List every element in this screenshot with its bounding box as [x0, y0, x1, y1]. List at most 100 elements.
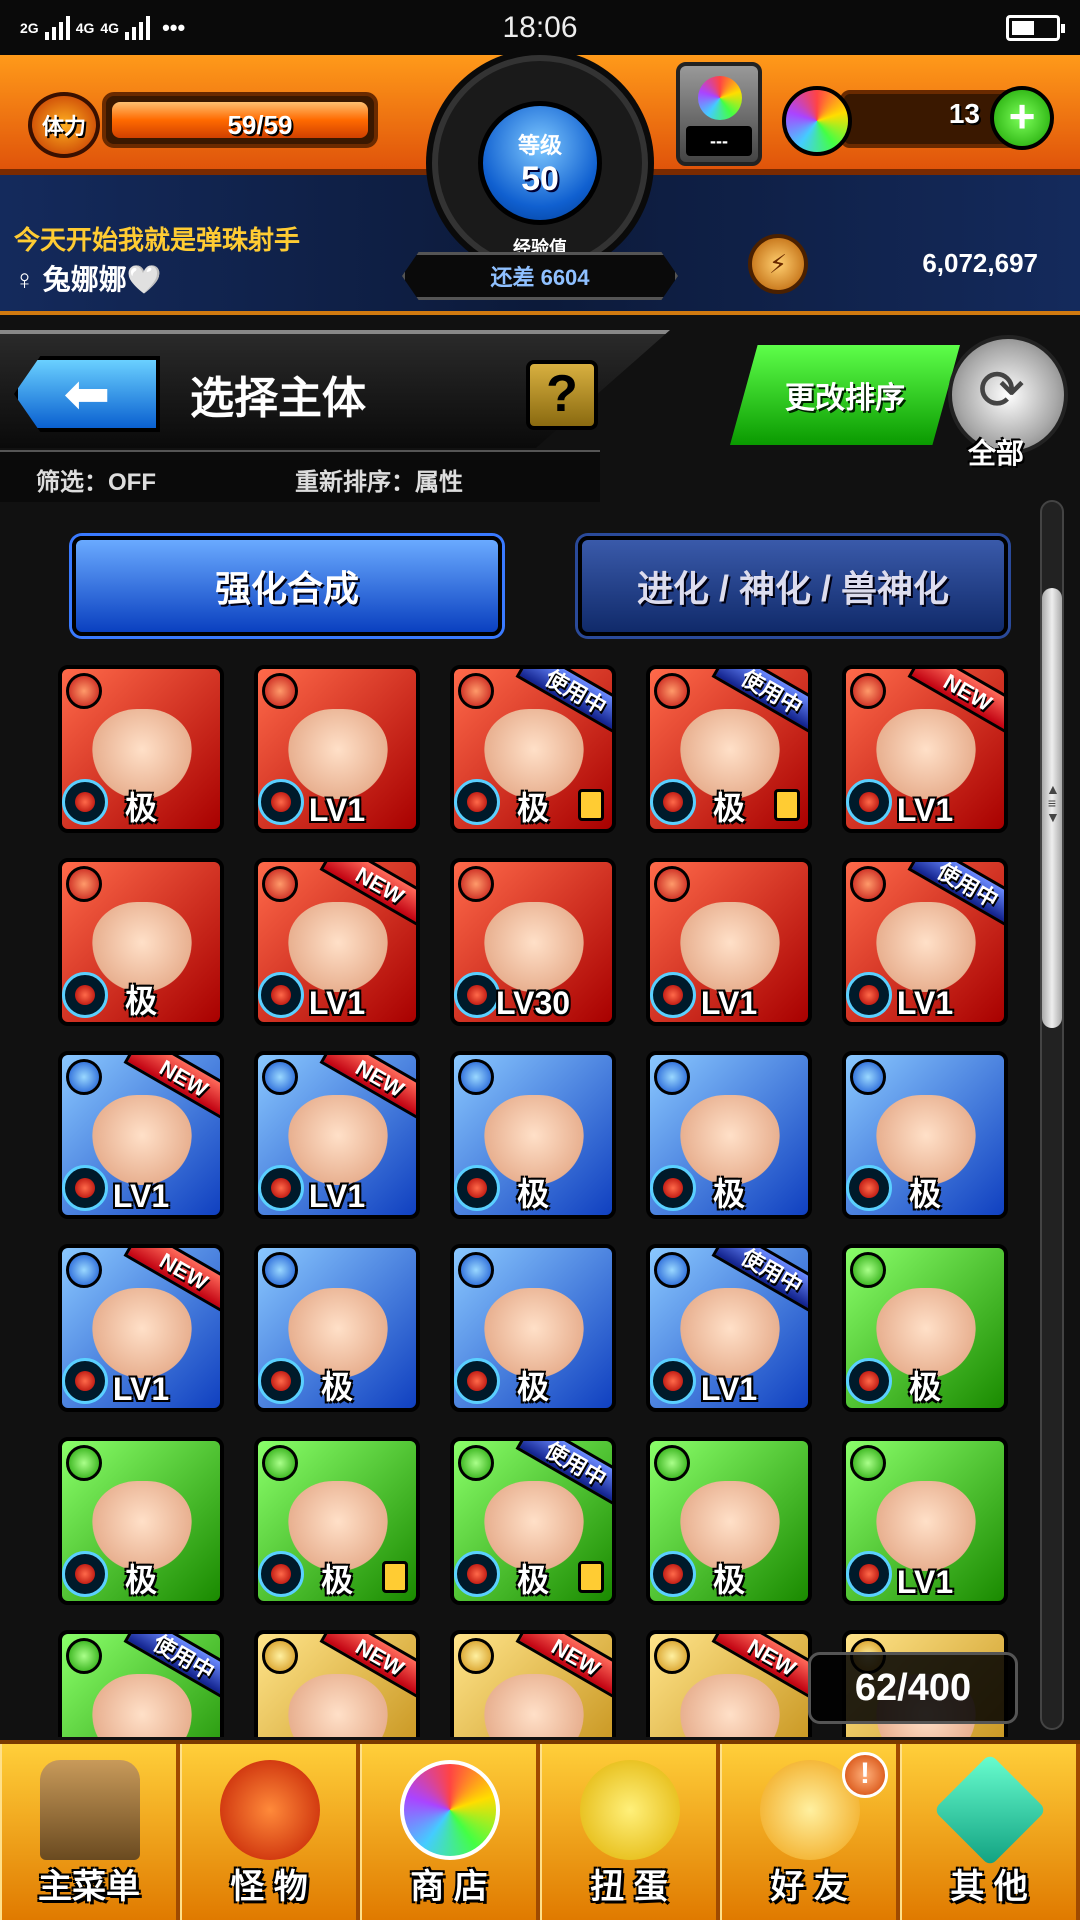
nav-item[interactable]: 商 店: [360, 1744, 540, 1920]
monster-card[interactable]: 极: [254, 1244, 420, 1412]
monster-level-label: 极: [124, 790, 157, 826]
monster-level-label: LV1: [308, 792, 366, 828]
nav-item[interactable]: 主菜单: [0, 1744, 180, 1920]
monster-card[interactable]: 使用中: [58, 1630, 224, 1737]
water-element-icon: [262, 1252, 298, 1288]
nav-item[interactable]: 扭 蛋: [540, 1744, 720, 1920]
water-element-icon: [262, 1059, 298, 1095]
monster-portrait: [876, 902, 976, 992]
player-title: 今天开始我就是弹珠射手: [14, 225, 301, 255]
monster-card[interactable]: 极: [646, 1437, 812, 1605]
monster-card[interactable]: LV1: [842, 1437, 1008, 1605]
fire-element-icon: [458, 673, 494, 709]
monster-portrait: [288, 902, 388, 992]
fire-element-icon: [262, 866, 298, 902]
monster-card[interactable]: 极: [58, 1437, 224, 1605]
nav-label: 好 友: [770, 1868, 848, 1906]
gacha-machine-icon[interactable]: ---: [676, 62, 762, 166]
orb-count: 13: [948, 98, 980, 129]
monster-portrait: [876, 709, 976, 799]
change-sort-button[interactable]: 更改排序: [730, 345, 960, 445]
nav-label: 怪 物: [230, 1868, 308, 1906]
monster-card[interactable]: NEW: [254, 1630, 420, 1737]
sort-indicator[interactable]: 重新排序：属性: [295, 462, 463, 497]
gacha-egg-icon: [580, 1760, 680, 1860]
monster-portrait: [680, 902, 780, 992]
monster-level-label: LV1: [700, 1371, 758, 1407]
monster-level-label: 极: [712, 1562, 745, 1598]
monster-card[interactable]: 极: [646, 1051, 812, 1219]
monster-card[interactable]: LV1: [646, 858, 812, 1026]
monster-card[interactable]: 极: [842, 1051, 1008, 1219]
light-element-icon: [654, 1638, 690, 1674]
monster-card[interactable]: 极使用中: [450, 665, 616, 833]
back-button[interactable]: ⬅: [14, 356, 160, 432]
monster-card[interactable]: LV1 NEW: [254, 858, 420, 1026]
nav-item[interactable]: 怪 物: [180, 1744, 360, 1920]
level-label: 等级: [517, 132, 562, 158]
fire-element-icon: [262, 673, 298, 709]
water-element-icon: [850, 1059, 886, 1095]
monster-level-label: LV1: [112, 1371, 170, 1407]
monster-card[interactable]: 极: [842, 1244, 1008, 1412]
monster-card[interactable]: 极: [450, 1051, 616, 1219]
buy-orbs-button[interactable]: +: [990, 86, 1054, 150]
monster-portrait: [680, 1674, 780, 1737]
monster-level-label: 极: [124, 1562, 157, 1598]
exp-remaining: 还差 6604: [402, 252, 678, 300]
signal-4g-label: 4G: [75, 19, 95, 36]
monster-portrait: [92, 1095, 192, 1185]
monster-level-label: 极: [908, 1176, 941, 1212]
monster-level-label: LV1: [700, 985, 758, 1021]
monster-level-label: LV30: [495, 985, 571, 1021]
monster-level-label: 极: [320, 1369, 353, 1405]
evolve-button[interactable]: 进化 / 神化 / 兽神化: [578, 536, 1008, 636]
monster-card[interactable]: NEW: [646, 1630, 812, 1737]
monster-level-label: 极: [516, 1369, 549, 1405]
back-arrow-icon: ⬅: [63, 362, 111, 425]
home-gate-icon: [40, 1760, 140, 1860]
monster-grid-area[interactable]: 极 LV1 极使用中极使用中 LV1 NEW 极 LV1 NEW LV30 LV1 LV1 使用中 LV…: [40, 665, 1030, 1737]
stamina-icon: 体力: [28, 92, 100, 158]
scroll-grip-icon: ▲ ≡ ▼: [1046, 781, 1060, 825]
monster-card[interactable]: LV1 使用中: [646, 1244, 812, 1412]
help-button[interactable]: ?: [526, 360, 598, 430]
signal-2g-label: 2G: [20, 19, 39, 36]
monster-card[interactable]: 极: [58, 665, 224, 833]
monster-card[interactable]: NEW: [450, 1630, 616, 1737]
coin-count: 6,072,697: [922, 248, 1038, 278]
monster-card[interactable]: 极: [58, 858, 224, 1026]
signal-bars-icon-2: [125, 15, 151, 40]
nav-item[interactable]: 其 他: [900, 1744, 1080, 1920]
box-count: 62/400: [808, 1652, 1018, 1724]
water-element-icon: [66, 1059, 102, 1095]
rainbow-orb-icon: [782, 86, 852, 156]
fire-element-icon: [654, 866, 690, 902]
nav-label: 其 他: [950, 1868, 1028, 1906]
monster-card[interactable]: 极: [450, 1244, 616, 1412]
fire-element-icon: [66, 673, 102, 709]
monster-card[interactable]: LV1 NEW: [254, 1051, 420, 1219]
monster-portrait: [876, 1481, 976, 1571]
water-element-icon: [458, 1059, 494, 1095]
bottom-nav: 主菜单 怪 物 商 店 扭 蛋 好 友 其 他: [0, 1740, 1080, 1920]
monster-card[interactable]: LV1: [254, 665, 420, 833]
status-bar: 2G 4G 4G ••• 18:06: [0, 0, 1080, 55]
filter-toggle[interactable]: 筛选：OFF: [36, 462, 156, 497]
lock-icon: [774, 789, 800, 821]
battery-icon: [1006, 14, 1065, 41]
wood-element-icon: [66, 1638, 102, 1674]
nav-label: 主菜单: [38, 1868, 140, 1906]
monster-card[interactable]: LV1 NEW: [58, 1244, 224, 1412]
monster-card[interactable]: LV1 NEW: [842, 665, 1008, 833]
monster-card[interactable]: LV1 使用中: [842, 858, 1008, 1026]
monster-level-label: LV1: [896, 985, 954, 1021]
enhance-fusion-button[interactable]: 强化合成: [72, 536, 502, 636]
monster-card[interactable]: 极: [254, 1437, 420, 1605]
monster-card[interactable]: 极使用中: [646, 665, 812, 833]
wood-element-icon: [654, 1445, 690, 1481]
monster-card[interactable]: 极使用中: [450, 1437, 616, 1605]
monster-card[interactable]: LV30: [450, 858, 616, 1026]
water-element-icon: [66, 1252, 102, 1288]
monster-card[interactable]: LV1 NEW: [58, 1051, 224, 1219]
